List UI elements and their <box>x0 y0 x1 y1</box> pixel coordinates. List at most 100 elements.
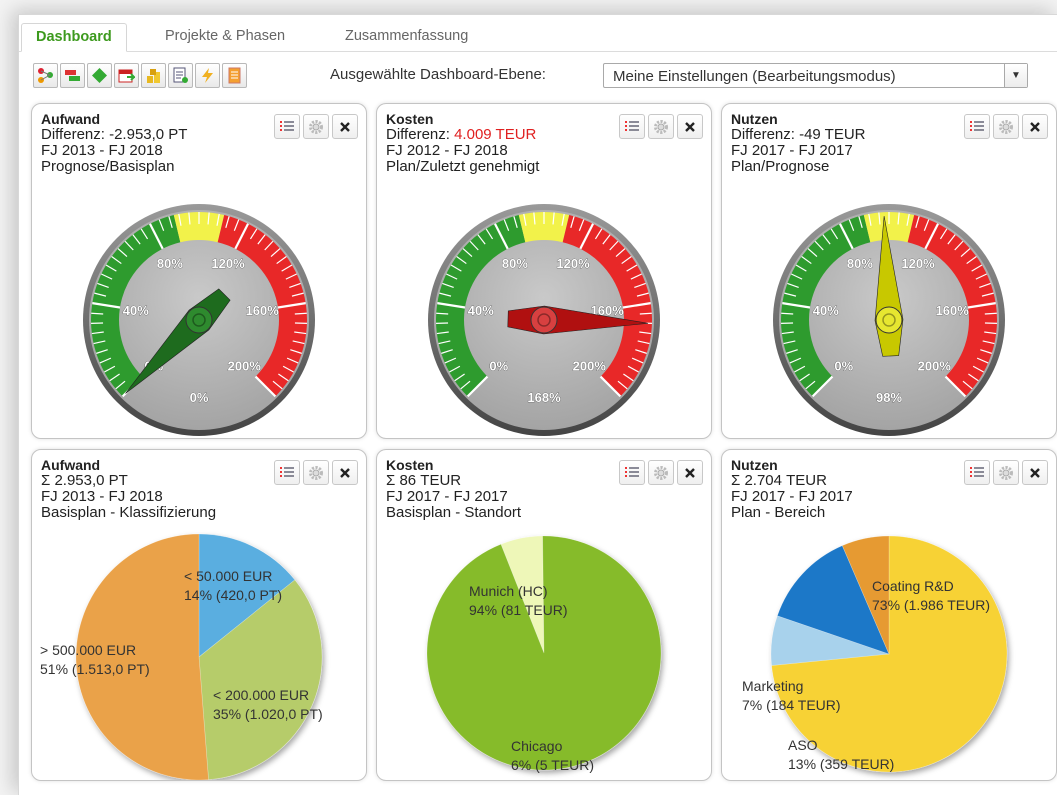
gear-icon[interactable] <box>993 460 1019 485</box>
difference-label: Differenz: <box>386 126 454 143</box>
pie-slice-value: 14% (420,0 PT) <box>184 587 282 603</box>
gear-icon[interactable] <box>648 114 674 139</box>
gauge-reading-label: 0% <box>190 390 209 405</box>
pie-slice-label: ASO <box>788 737 818 753</box>
diamond-icon[interactable] <box>87 63 112 88</box>
comparison-label: Prognose/Basisplan <box>41 159 187 175</box>
tab-zusammenfassung[interactable]: Zusammenfassung <box>331 23 482 50</box>
difference-line: Differenz: 4.009 TEUR <box>386 127 539 143</box>
gauge-tick-label: 80% <box>847 256 873 271</box>
close-icon[interactable] <box>677 114 703 139</box>
panel-title: Kosten <box>386 457 521 473</box>
pie-slice-value: 51% (1.513,0 PT) <box>40 661 150 677</box>
lightning-icon[interactable] <box>195 63 220 88</box>
chart-subtitle: Plan - Bereich <box>731 505 853 521</box>
pie-slice-value: 35% (1.020,0 PT) <box>213 706 323 722</box>
gear-icon[interactable] <box>993 114 1019 139</box>
gear-icon[interactable] <box>303 114 329 139</box>
tab-projekte-phasen[interactable]: Projekte & Phasen <box>151 23 299 50</box>
gauge-reading-label: 168% <box>527 390 561 405</box>
pie-slice-label: < 50.000 EUR <box>184 568 272 584</box>
close-icon[interactable] <box>332 114 358 139</box>
pie-slice-value: 13% (359 TEUR) <box>788 756 894 772</box>
gauge-tick-label: 120% <box>556 256 590 271</box>
difference-label: Differenz: <box>731 126 799 143</box>
difference-value: 4.009 TEUR <box>454 126 536 143</box>
list-icon[interactable] <box>619 460 645 485</box>
gear-icon[interactable] <box>648 460 674 485</box>
fiscal-year-range: FJ 2013 - FJ 2018 <box>41 489 216 505</box>
pie-panel-kosten: Chicago6% (5 TEUR)Munich (HC)94% (81 TEU… <box>376 449 712 781</box>
document-icon[interactable] <box>222 63 247 88</box>
list-icon[interactable] <box>274 114 300 139</box>
pie-slice-label: < 200.000 EUR <box>213 687 309 703</box>
total-value: Σ 86 TEUR <box>386 473 521 489</box>
gauge-panel-nutzen: 0%40%80%120%160%200%98% Nutzen Differenz… <box>721 103 1057 439</box>
close-icon[interactable] <box>677 460 703 485</box>
close-icon[interactable] <box>332 460 358 485</box>
pie-panel-aufwand: < 50.000 EUR 14% (420,0 PT) < 200.000 EUR 3… <box>31 449 367 781</box>
gauge-panel-aufwand: 0%40%80%120%160%200%0% Aufwand Differenz… <box>31 103 367 439</box>
calendar-icon[interactable] <box>114 63 139 88</box>
pie-slice-label: Chicago <box>511 738 563 754</box>
pie-slice <box>427 536 661 770</box>
gear-icon[interactable] <box>303 460 329 485</box>
gauge-tick-label: 0% <box>489 358 508 373</box>
gauge-tick-label: 200% <box>918 358 952 373</box>
gauge-tick <box>640 313 652 314</box>
gauge-tick-label: 200% <box>573 358 607 373</box>
list-icon[interactable] <box>274 460 300 485</box>
pie-slice-value: 73% (1.986 TEUR) <box>872 597 990 613</box>
tab-bar: Dashboard Projekte & Phasen Zusammenfass… <box>19 23 1057 52</box>
gauge-tick <box>295 313 307 314</box>
fiscal-year-range: FJ 2017 - FJ 2017 <box>731 143 866 159</box>
gauge-tick-label: 0% <box>834 358 853 373</box>
pie-slice-label: Munich (HC) <box>469 583 548 599</box>
chevron-down-icon[interactable]: ▼ <box>1004 64 1027 87</box>
fiscal-year-range: FJ 2017 - FJ 2017 <box>386 489 521 505</box>
fiscal-year-range: FJ 2013 - FJ 2018 <box>41 143 187 159</box>
gauge-tick-label: 120% <box>211 256 245 271</box>
difference-line: Differenz: -49 TEUR <box>731 127 866 143</box>
total-value: Σ 2.953,0 PT <box>41 473 216 489</box>
tab-dashboard[interactable]: Dashboard <box>21 23 127 52</box>
gauge-tick-label: 80% <box>502 256 528 271</box>
list-icon[interactable] <box>619 114 645 139</box>
coins-icon[interactable] <box>141 63 166 88</box>
bars-icon[interactable] <box>60 63 85 88</box>
dashboard-level-select[interactable]: Meine Einstellungen (Bearbeitungsmodus) … <box>603 63 1028 88</box>
gauge-tick-label: 160% <box>936 303 970 318</box>
gauge-tick-label: 80% <box>157 256 183 271</box>
gauge-reading-label: 98% <box>876 390 902 405</box>
comparison-label: Plan/Prognose <box>731 159 866 175</box>
difference-label: Differenz: <box>41 126 109 143</box>
gauge-tick <box>781 313 793 314</box>
gauge-hub <box>186 307 212 333</box>
panel-title: Nutzen <box>731 457 853 473</box>
pie-panel-nutzen: Coating R&D73% (1.986 TEUR)Marketing7% (… <box>721 449 1057 781</box>
report-icon[interactable] <box>168 63 193 88</box>
fiscal-year-range: FJ 2017 - FJ 2017 <box>731 489 853 505</box>
gauge-tick-label: 200% <box>228 358 262 373</box>
gauge-hub <box>876 307 902 333</box>
gauge-tick <box>436 313 448 314</box>
pie-slice-value: 7% (184 TEUR) <box>742 697 841 713</box>
panel-title: Nutzen <box>731 111 866 127</box>
fiscal-year-range: FJ 2012 - FJ 2018 <box>386 143 539 159</box>
gauge-tick-label: 40% <box>123 303 149 318</box>
difference-value: -49 TEUR <box>799 126 865 143</box>
close-icon[interactable] <box>1022 460 1048 485</box>
list-icon[interactable] <box>964 114 990 139</box>
gauge-hub <box>531 307 557 333</box>
app-window: Dashboard Projekte & Phasen Zusammenfass… <box>18 14 1057 795</box>
hierarchy-icon[interactable] <box>33 63 58 88</box>
dashboard-level-value: Meine Einstellungen (Bearbeitungsmodus) <box>613 68 896 85</box>
gauge-panel-kosten: 0%40%80%120%160%200%168% Kosten Differen… <box>376 103 712 439</box>
pie-slice-value: 94% (81 TEUR) <box>469 602 568 618</box>
comparison-label: Plan/Zuletzt genehmigt <box>386 159 539 175</box>
chart-subtitle: Basisplan - Klassifizierung <box>41 505 216 521</box>
gauge-tick <box>91 313 103 314</box>
close-icon[interactable] <box>1022 114 1048 139</box>
list-icon[interactable] <box>964 460 990 485</box>
chart-subtitle: Basisplan - Standort <box>386 505 521 521</box>
